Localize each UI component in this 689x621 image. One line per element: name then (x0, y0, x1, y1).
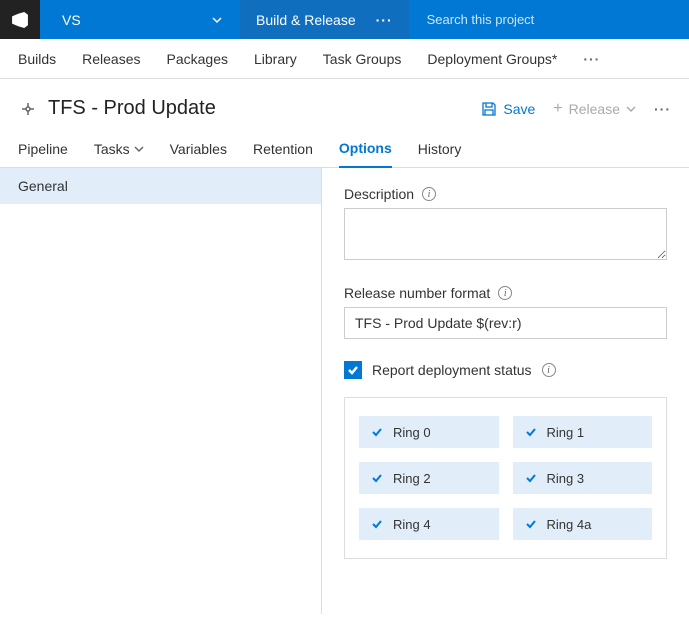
info-icon[interactable]: i (422, 187, 436, 201)
ring-item[interactable]: Ring 2 (359, 462, 499, 494)
report-status-checkbox[interactable] (344, 361, 362, 379)
description-input[interactable] (344, 208, 667, 260)
definition-tabs: Pipeline Tasks Variables Retention Optio… (0, 128, 689, 168)
description-label: Description (344, 186, 414, 202)
description-section: Description i (344, 186, 689, 263)
content-split: General Description i Release number for… (0, 168, 689, 614)
check-icon (525, 472, 537, 484)
ring-item[interactable]: Ring 3 (513, 462, 653, 494)
info-icon[interactable]: i (542, 363, 556, 377)
release-format-input[interactable] (344, 307, 667, 339)
release-label: Release (569, 101, 620, 117)
save-button[interactable]: Save (481, 101, 535, 117)
title-bar: TFS - Prod Update Save + Release ··· (0, 79, 689, 128)
top-bar: VS Build & Release ··· Search this proje… (0, 0, 689, 39)
project-selector[interactable]: VS (40, 0, 240, 39)
tab-options[interactable]: Options (339, 140, 392, 168)
release-format-label: Release number format (344, 285, 490, 301)
ring-item[interactable]: Ring 1 (513, 416, 653, 448)
chevron-down-icon (626, 104, 636, 114)
nav-builds[interactable]: Builds (18, 51, 56, 67)
ring-item[interactable]: Ring 4 (359, 508, 499, 540)
check-icon (347, 364, 359, 376)
tab-tasks[interactable]: Tasks (94, 140, 144, 167)
nav-packages[interactable]: Packages (167, 51, 228, 67)
info-icon[interactable]: i (498, 286, 512, 300)
check-icon (525, 426, 537, 438)
check-icon (525, 518, 537, 530)
hub-build-release[interactable]: Build & Release ··· (240, 0, 409, 39)
search-placeholder: Search this project (427, 12, 535, 27)
ring-label: Ring 2 (393, 471, 431, 486)
product-logo[interactable] (0, 0, 40, 39)
vsts-logo-icon (10, 10, 30, 30)
nav-task-groups[interactable]: Task Groups (323, 51, 402, 67)
nav-deployment-groups[interactable]: Deployment Groups* (427, 51, 557, 67)
tab-tasks-label: Tasks (94, 141, 130, 157)
search-box[interactable]: Search this project (409, 0, 689, 39)
ring-label: Ring 3 (547, 471, 585, 486)
project-name: VS (62, 12, 81, 28)
check-icon (371, 472, 383, 484)
ring-item[interactable]: Ring 4a (513, 508, 653, 540)
options-sidebar: General (0, 168, 322, 614)
hub-label: Build & Release (256, 12, 356, 28)
chevron-down-icon (212, 15, 222, 25)
tab-retention[interactable]: Retention (253, 140, 313, 167)
chevron-down-icon (134, 144, 144, 154)
ring-item[interactable]: Ring 0 (359, 416, 499, 448)
release-button[interactable]: + Release (553, 100, 636, 118)
check-icon (371, 426, 383, 438)
nav-more-icon[interactable]: ··· (583, 51, 600, 67)
tab-pipeline[interactable]: Pipeline (18, 140, 68, 167)
rings-container: Ring 0 Ring 1 Ring 2 Ring 3 Ring 4 (344, 397, 667, 559)
report-status-row: Report deployment status i (344, 361, 689, 379)
ring-label: Ring 0 (393, 425, 431, 440)
check-icon (371, 518, 383, 530)
hub-more-icon[interactable]: ··· (376, 12, 393, 28)
plus-icon: + (553, 100, 562, 118)
nav-library[interactable]: Library (254, 51, 297, 67)
report-status-label: Report deployment status (372, 362, 532, 378)
release-format-section: Release number format i (344, 285, 689, 339)
save-icon (481, 101, 497, 117)
release-definition-icon (18, 99, 38, 119)
nav-releases[interactable]: Releases (82, 51, 140, 67)
secondary-nav: Builds Releases Packages Library Task Gr… (0, 39, 689, 79)
save-label: Save (503, 101, 535, 117)
ring-label: Ring 4a (547, 517, 592, 532)
options-panel: Description i Release number format i Re… (322, 168, 689, 614)
tab-variables[interactable]: Variables (170, 140, 227, 167)
sidebar-item-general[interactable]: General (0, 168, 321, 204)
ring-label: Ring 1 (547, 425, 585, 440)
more-actions-icon[interactable]: ··· (654, 101, 671, 117)
page-title: TFS - Prod Update (48, 97, 216, 120)
tab-history[interactable]: History (418, 140, 462, 167)
ring-label: Ring 4 (393, 517, 431, 532)
